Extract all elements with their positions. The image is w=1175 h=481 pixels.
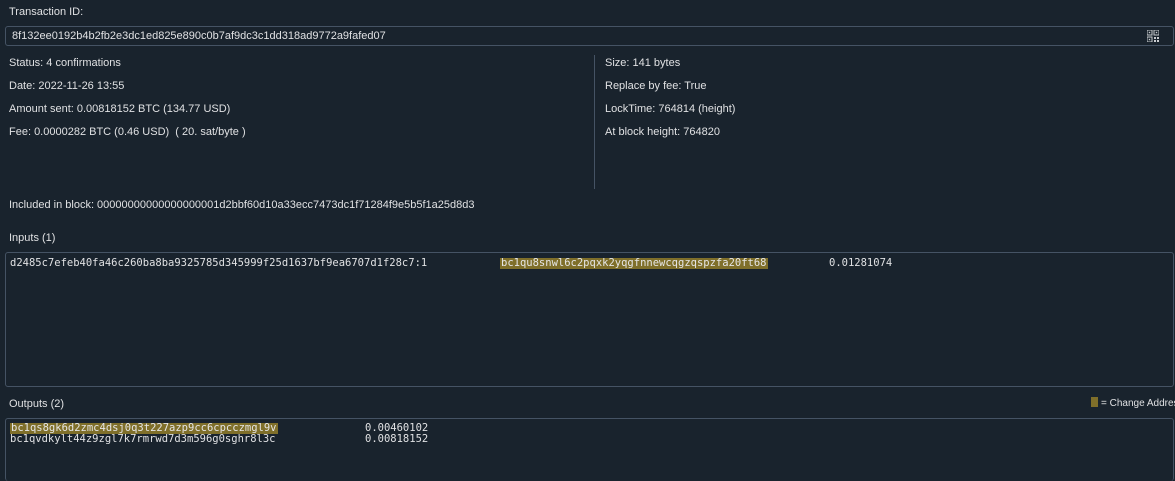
output-address[interactable]: bc1qvdkylt44z9zgl7k7rmrwd7d3m596g0sghr8l… — [10, 434, 276, 445]
change-legend-label: = Change Address — [1101, 398, 1175, 409]
output-amount: 0.00818152 — [365, 433, 429, 445]
outputs-title: Outputs (2) — [9, 398, 65, 410]
txid-field[interactable]: 8f132ee0192b4b2fb2e3dc1ed825e890c0b7af9d… — [5, 26, 1174, 46]
inputs-list[interactable]: d2485c7efeb40fa46c260ba8ba9325785d345999… — [5, 252, 1174, 387]
txid-value[interactable]: 8f132ee0192b4b2fb2e3dc1ed825e890c0b7af9d… — [12, 30, 386, 43]
input-address[interactable]: bc1qu8snwl6c2pqxk2yqgfnnewcqgzqspzfa20ft… — [500, 258, 768, 269]
locktime-text: LockTime: 764814 (height) — [605, 103, 736, 115]
change-color-swatch — [1091, 397, 1098, 407]
change-address-legend: = Change Address — [1091, 397, 1175, 410]
txid-label: Transaction ID: — [9, 6, 84, 18]
details-divider — [594, 55, 595, 189]
size-text: Size: 141 bytes — [605, 57, 681, 69]
inputs-title: Inputs (1) — [9, 232, 56, 244]
included-in-block-text[interactable]: Included in block: 00000000000000000001d… — [9, 198, 475, 212]
fee-text: Fee: 0.0000282 BTC (0.46 USD) ( 20. sat/… — [9, 126, 246, 138]
input-amount: 0.01281074 — [829, 257, 893, 269]
amount-sent-text: Amount sent: 0.00818152 BTC (134.77 USD) — [9, 103, 231, 115]
qrcode-icon[interactable] — [1147, 30, 1159, 42]
input-prevout[interactable]: d2485c7efeb40fa46c260ba8ba9325785d345999… — [10, 258, 427, 269]
outputs-list[interactable]: bc1qs8gk6d2zmc4dsj0q3t227azp9cc6cpcczmgl… — [5, 418, 1174, 481]
status-text: Status: 4 confirmations — [9, 57, 121, 69]
date-text: Date: 2022-11-26 13:55 — [9, 80, 125, 92]
transaction-dialog: Transaction ID: 8f132ee0192b4b2fb2e3dc1e… — [0, 0, 1175, 481]
block-height-text: At block height: 764820 — [605, 126, 720, 138]
rbf-text: Replace by fee: True — [605, 80, 707, 92]
